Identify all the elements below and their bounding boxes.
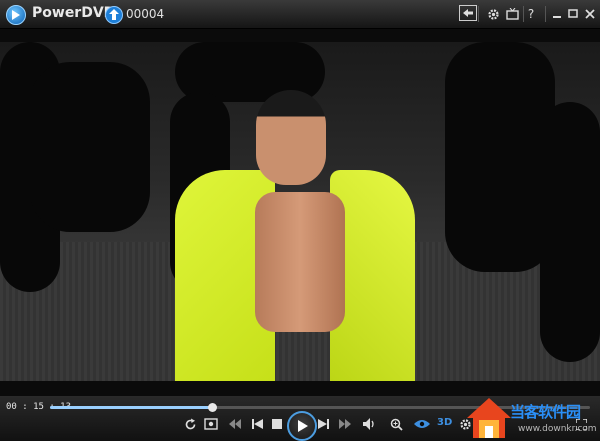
title-separator [478, 6, 479, 22]
watermark-url: www.downkr.com [518, 424, 597, 434]
seek-bar-progress [50, 406, 212, 409]
seek-thumb[interactable] [208, 403, 217, 412]
skip-previous-icon[interactable] [248, 415, 266, 433]
help-icon[interactable]: ? [521, 4, 541, 24]
stop-icon[interactable] [268, 415, 286, 433]
background-dancer [445, 42, 555, 272]
next-chapter-icon[interactable] [336, 415, 354, 433]
eye-icon[interactable] [413, 415, 431, 433]
settings-icon[interactable] [483, 4, 503, 24]
title-bar[interactable]: PowerDVD 00004 ? [0, 0, 600, 29]
skip-next-icon[interactable] [314, 415, 332, 433]
video-frame[interactable] [0, 42, 600, 381]
performer-torso [255, 192, 345, 332]
background-dancer [540, 102, 600, 362]
back-mode-icon[interactable] [459, 5, 477, 21]
snapshot-icon[interactable] [202, 415, 220, 433]
3d-toggle[interactable]: 3D [437, 417, 452, 428]
app-title: PowerDVD [32, 5, 116, 21]
repeat-icon[interactable] [181, 415, 199, 433]
volume-icon[interactable] [361, 415, 379, 433]
close-icon[interactable] [580, 4, 600, 24]
watermark-text: 当客软件园 [510, 403, 581, 421]
powerdvd-logo-icon [6, 5, 26, 25]
previous-chapter-icon[interactable] [226, 415, 244, 433]
tv-mode-icon[interactable] [502, 4, 522, 24]
zoom-icon[interactable] [387, 415, 405, 433]
title-separator [545, 6, 546, 22]
file-name: 00004 [126, 7, 165, 21]
play-button[interactable] [287, 411, 317, 441]
help-label: ? [527, 7, 535, 21]
performer-head [256, 90, 326, 185]
upload-icon[interactable] [105, 6, 123, 24]
background-dancer [30, 62, 150, 232]
powerdvd-window: PowerDVD 00004 ? 00: 15: 13 3D 当客软件园 w… [0, 0, 600, 441]
house-logo-icon [467, 398, 511, 438]
